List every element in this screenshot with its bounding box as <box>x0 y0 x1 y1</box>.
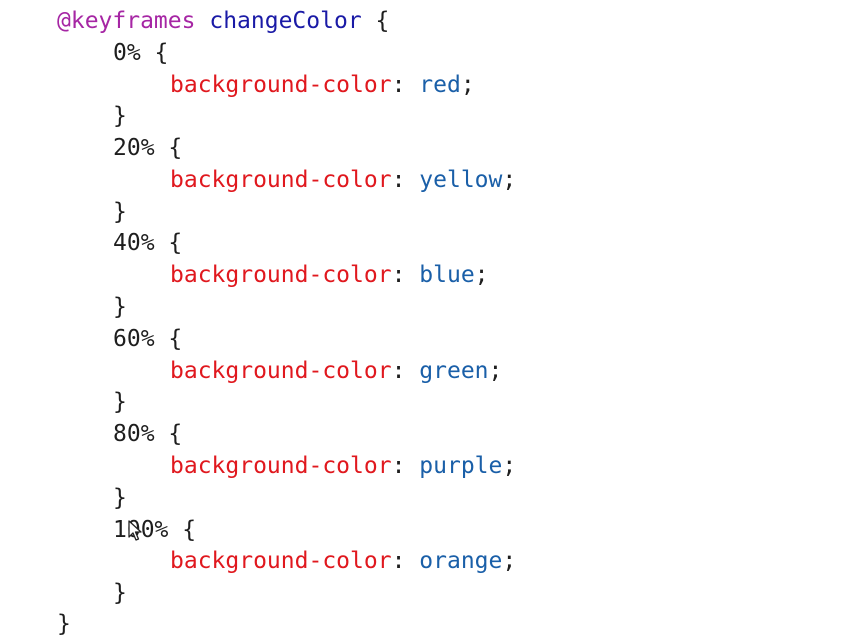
semicolon: ; <box>502 167 517 193</box>
open-brace: { <box>154 230 183 256</box>
open-brace: { <box>140 40 169 66</box>
frame-selector: 60% <box>113 326 155 352</box>
semicolon: ; <box>460 72 475 98</box>
open-brace: { <box>361 8 390 34</box>
colon: : <box>391 262 406 288</box>
close-brace: } <box>113 580 127 606</box>
css-value: blue <box>419 262 475 288</box>
css-value: yellow <box>419 167 503 193</box>
css-property: background-color <box>170 548 392 574</box>
close-brace: } <box>113 294 127 320</box>
close-brace: } <box>113 485 127 511</box>
frame-selector-line: 80% { <box>113 419 182 449</box>
declaration-line: background-color: blue; <box>170 260 489 290</box>
frame-selector: 80% <box>113 421 155 447</box>
declaration-line: background-color: green; <box>170 356 502 386</box>
css-property: background-color <box>170 453 392 479</box>
mouse-pointer-icon <box>128 520 142 541</box>
css-property: background-color <box>170 358 392 384</box>
declaration-line: background-color: purple; <box>170 451 516 481</box>
frame-close-line: } <box>113 197 127 227</box>
close-brace: } <box>113 199 127 225</box>
frame-close-line: } <box>113 101 127 131</box>
css-property: background-color <box>170 262 392 288</box>
frame-close-line: } <box>113 578 127 608</box>
keyframes-close-line: } <box>57 609 71 639</box>
open-brace: { <box>154 135 183 161</box>
frame-selector-line: 20% { <box>113 133 182 163</box>
css-value: green <box>419 358 489 384</box>
close-brace: } <box>57 611 71 637</box>
colon: : <box>391 453 406 479</box>
frame-selector-line: 0% { <box>113 38 168 68</box>
colon: : <box>391 72 406 98</box>
close-brace: } <box>113 103 127 129</box>
frame-selector-line: 100% { <box>113 515 196 545</box>
colon: : <box>391 548 406 574</box>
css-value: orange <box>419 548 503 574</box>
declaration-line: background-color: yellow; <box>170 165 516 195</box>
open-brace: { <box>154 326 183 352</box>
keyframes-declaration-line: @keyframes changeColor { <box>57 6 389 36</box>
colon: : <box>391 358 406 384</box>
semicolon: ; <box>488 358 503 384</box>
frame-selector: 20% <box>113 135 155 161</box>
frame-selector-line: 40% { <box>113 228 182 258</box>
declaration-line: background-color: orange; <box>170 546 516 576</box>
semicolon: ; <box>502 453 517 479</box>
frame-close-line: } <box>113 387 127 417</box>
colon: : <box>391 167 406 193</box>
css-value: red <box>419 72 461 98</box>
frame-selector-line: 60% { <box>113 324 182 354</box>
animation-name: changeColor <box>209 8 362 34</box>
close-brace: } <box>113 389 127 415</box>
open-brace: { <box>154 421 183 447</box>
frame-close-line: } <box>113 483 127 513</box>
open-brace: { <box>168 517 197 543</box>
frame-close-line: } <box>113 292 127 322</box>
css-value: purple <box>419 453 503 479</box>
frame-selector: 0% <box>113 40 141 66</box>
at-rule-keyword: @keyframes <box>57 8 196 34</box>
css-property: background-color <box>170 167 392 193</box>
css-property: background-color <box>170 72 392 98</box>
declaration-line: background-color: red; <box>170 70 475 100</box>
code-editor[interactable]: @keyframes changeColor { 0% { background… <box>0 0 845 639</box>
frame-selector: 40% <box>113 230 155 256</box>
semicolon: ; <box>502 548 517 574</box>
semicolon: ; <box>474 262 489 288</box>
